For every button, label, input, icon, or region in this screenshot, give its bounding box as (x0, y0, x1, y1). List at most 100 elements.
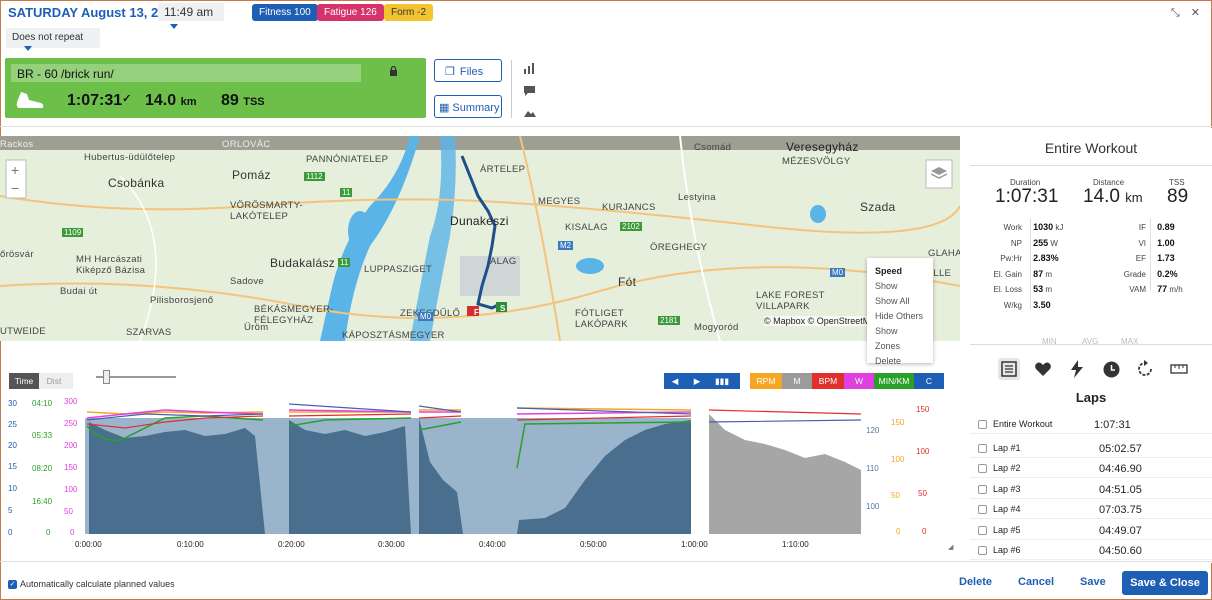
fatigue-badge: Fatigue 126 (317, 4, 384, 21)
workout-title[interactable]: BR - 60 /brick run/ (11, 64, 361, 82)
map-label: őrösvár (0, 249, 34, 260)
laps-tab[interactable] (998, 358, 1020, 380)
road-number: M0 (418, 312, 434, 321)
summary-button[interactable]: ▦ Summary (434, 95, 502, 118)
workout-date[interactable]: SATURDAY August 13, 2022 (8, 5, 180, 20)
channel-m[interactable]: M (782, 373, 812, 389)
map-label: KISALAG (565, 222, 608, 233)
road-number: 1109 (62, 228, 84, 237)
auto-calc-checkbox[interactable]: ✓ (8, 580, 17, 589)
lap-checkbox[interactable] (978, 546, 987, 556)
metric-row: EF 1.73 (1135, 253, 1175, 263)
save-button[interactable]: Save (1080, 576, 1106, 588)
zoom-in-button[interactable]: + (11, 162, 19, 178)
time-axis: 0:00:00 0:10:00 0:20:00 0:30:00 0:40:00 … (75, 540, 809, 549)
summary-title: Entire Workout (970, 128, 1212, 166)
distance-toggle[interactable]: Dist (39, 373, 69, 389)
lap-row[interactable]: Lap #5 04:49.07 (970, 520, 1212, 540)
collapse-icon[interactable]: ⤡ (1171, 7, 1180, 19)
laps-title: Laps (1075, 390, 1107, 405)
metric-row: El. Loss 53 m (993, 284, 1053, 294)
files-icon: ❐ (445, 66, 455, 78)
power-axis: 300 250 200 150 100 50 0 (64, 397, 78, 537)
metric-row: NP 255 W (1010, 237, 1058, 248)
refresh-icon[interactable] (1137, 360, 1154, 378)
divider (511, 60, 512, 118)
map-label: ALAG (490, 256, 517, 267)
channel-rpm[interactable]: RPM (750, 373, 782, 389)
lap-checkbox[interactable] (978, 444, 987, 454)
road-number: M0 (830, 268, 846, 277)
lap-checkbox[interactable] (978, 420, 987, 430)
clock-icon[interactable] (1103, 361, 1120, 378)
lap-row[interactable]: Lap #2 04:46.90 (970, 458, 1212, 478)
map-label: Budai út (60, 286, 98, 297)
bar-chart-icon[interactable] (523, 62, 537, 74)
summary-panel: Entire Workout Duration 1:07:31 Distance… (970, 128, 1212, 563)
menu-header: Speed (875, 266, 903, 276)
time-toggle[interactable]: Time (9, 373, 39, 389)
lap-row[interactable]: Lap #3 04:51.05 (970, 479, 1212, 499)
save-close-button[interactable]: Save & Close (1122, 571, 1208, 595)
list-icon (1001, 361, 1017, 377)
channel-c[interactable]: C (914, 373, 944, 389)
route-map[interactable]: + − F S Rackos ORLOVÁC PANNÓNIATELEP Hub… (0, 136, 960, 341)
map-label: MH Harcászati Kiképző Bázisa (76, 254, 146, 276)
lap-row[interactable]: Entire Workout 1:07:31 (970, 414, 1212, 434)
ruler-icon[interactable] (1170, 364, 1188, 374)
channel-min-km[interactable]: MIN/KM (874, 373, 914, 389)
lap-row[interactable]: Lap #1 05:02.57 (970, 438, 1212, 458)
menu-item-show[interactable]: Show (875, 279, 925, 294)
files-button[interactable]: ❐ Files (434, 59, 502, 82)
cancel-button[interactable]: Cancel (1018, 576, 1054, 588)
bars-icon[interactable]: ▮▮▮ (708, 373, 736, 389)
heart-icon[interactable] (1034, 361, 1052, 377)
power-icon[interactable] (1070, 360, 1084, 378)
metrics-left: Work 1030 kJ NP 255 W Pw:Hr 2.83% El. Ga… (970, 220, 1090, 313)
layers-icon[interactable] (930, 166, 948, 182)
elevation-icon[interactable] (523, 106, 537, 118)
map-label: Rackos (0, 139, 34, 150)
map-label: Sadove (230, 276, 265, 287)
menu-item-delete[interactable]: Delete (875, 354, 925, 369)
elevation-area (89, 422, 265, 534)
workout-card[interactable]: BR - 60 /brick run/ 1:07:31✓ 14.0 km 89 … (5, 58, 426, 118)
delete-button[interactable]: Delete (959, 576, 992, 588)
lap-checkbox[interactable] (978, 526, 987, 536)
lap-checkbox[interactable] (978, 464, 987, 474)
workout-distance: 14.0 km (145, 92, 197, 109)
tss-value: 89 (1167, 186, 1189, 207)
next-icon[interactable]: ▶ (686, 373, 708, 389)
road-number: 2181 (658, 316, 680, 325)
map-label: SZARVAS (126, 327, 172, 338)
fitness-badge: Fitness 100 (252, 4, 318, 21)
lap-row[interactable]: Lap #4 07:03.75 (970, 499, 1212, 519)
map-label: Budakalász (270, 256, 336, 270)
workout-chart[interactable] (85, 400, 863, 534)
map-attribution[interactable]: © Mapbox © OpenStreetMap (764, 316, 881, 326)
menu-item-show-all[interactable]: Show All (875, 294, 925, 309)
repeat-value: Does not repeat (12, 32, 84, 43)
road-number: 2102 (620, 222, 642, 231)
x-axis-toggle: Time Dist (9, 373, 73, 389)
resize-handle-icon[interactable]: ◢ (948, 543, 953, 551)
repeat-select[interactable]: Does not repeat (6, 28, 100, 51)
channel-w[interactable]: W (844, 373, 874, 389)
map-label: Szada (860, 200, 896, 214)
zoom-slider-handle[interactable] (103, 370, 110, 384)
menu-item-show-zones[interactable]: Show Zones (875, 324, 925, 354)
lap-checkbox[interactable] (978, 505, 987, 515)
lap-row[interactable]: Lap #6 04:50.60 (970, 540, 1212, 560)
close-icon[interactable]: ✕ (1191, 7, 1200, 19)
zoom-out-button[interactable]: − (11, 180, 19, 196)
map-label: ORLOVÁC (222, 139, 271, 150)
menu-item-hide-others[interactable]: Hide Others (875, 309, 925, 324)
map-label: MÉZESVÖLGY (782, 156, 851, 167)
time-select[interactable]: 11:49 am (158, 3, 224, 30)
channel-bpm[interactable]: BPM (812, 373, 844, 389)
lap-checkbox[interactable] (978, 485, 987, 495)
chevron-down-icon (170, 24, 178, 30)
map-label: Fót (618, 275, 637, 289)
comment-icon[interactable] (523, 85, 537, 97)
prev-icon[interactable]: ◀ (664, 373, 686, 389)
